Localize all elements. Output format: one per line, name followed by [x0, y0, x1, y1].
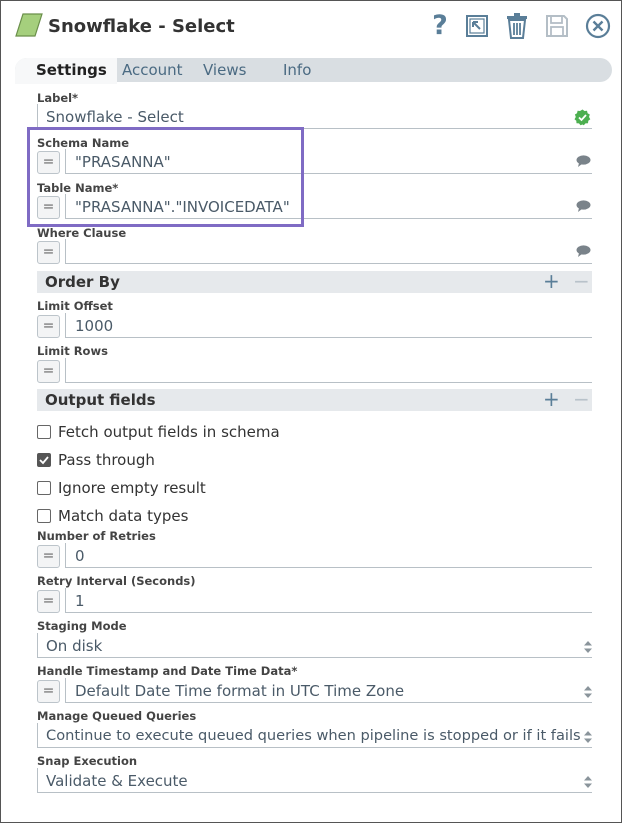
retry-interval-value: 1: [75, 592, 85, 610]
order-by-remove-button[interactable]: −: [573, 270, 590, 292]
close-icon: [585, 13, 611, 39]
limit-rows-label: Limit Rows: [37, 344, 108, 358]
output-fields-title: Output fields: [45, 391, 156, 409]
export-icon: [466, 15, 488, 37]
ignore-empty-result-label: Ignore empty result: [58, 479, 206, 497]
retry-interval-input[interactable]: [65, 588, 592, 613]
ignore-empty-result-checkbox[interactable]: [37, 481, 51, 495]
number-of-retries-expression-toggle[interactable]: =: [37, 545, 60, 568]
order-by-section: Order By + −: [37, 270, 592, 293]
pass-through-checkbox[interactable]: [37, 453, 51, 467]
manage-queued-queries-label: Manage Queued Queries: [37, 709, 197, 723]
where-clause-expression-toggle[interactable]: =: [37, 241, 60, 264]
output-fields-remove-button[interactable]: −: [573, 388, 590, 410]
match-data-types-label: Match data types: [58, 507, 189, 525]
order-by-add-button[interactable]: +: [543, 270, 560, 292]
dialog-header: Snowflake - Select ?: [1, 1, 621, 53]
pass-through-checkbox-row[interactable]: Pass through: [37, 451, 155, 469]
number-of-retries-label: Number of Retries: [37, 529, 156, 543]
comment-bubble-icon[interactable]: [576, 200, 591, 212]
retry-interval-expression-toggle[interactable]: =: [37, 590, 60, 613]
help-button[interactable]: ?: [426, 11, 454, 41]
output-fields-section: Output fields + −: [37, 388, 592, 411]
number-of-retries-input[interactable]: [65, 543, 592, 568]
staging-mode-label: Staging Mode: [37, 619, 127, 633]
snap-execution-value: Validate & Execute: [46, 772, 188, 790]
tab-settings[interactable]: Settings: [15, 58, 117, 84]
fetch-output-fields-checkbox-row[interactable]: Fetch output fields in schema: [37, 423, 280, 441]
help-icon: ?: [432, 10, 448, 41]
highlight-annotation-box: [27, 127, 304, 227]
retry-interval-label: Retry Interval (Seconds): [37, 574, 196, 588]
tab-views[interactable]: Views: [203, 58, 246, 82]
number-of-retries-value: 0: [75, 547, 85, 565]
export-button[interactable]: [463, 11, 491, 41]
snap-settings-dialog: Snowflake - Select ? Settings Account Vi…: [0, 0, 622, 823]
comment-bubble-icon[interactable]: [576, 245, 591, 257]
dialog-title: Snowflake - Select: [48, 16, 235, 37]
where-clause-label: Where Clause: [37, 226, 127, 240]
order-by-title: Order By: [45, 273, 120, 291]
handle-timestamp-expression-toggle[interactable]: =: [37, 680, 60, 703]
limit-offset-expression-toggle[interactable]: =: [37, 315, 60, 338]
delete-button[interactable]: [503, 11, 531, 41]
where-clause-input[interactable]: [65, 239, 592, 264]
limit-offset-label: Limit Offset: [37, 299, 113, 313]
select-arrows-icon: [584, 641, 592, 653]
tab-info[interactable]: Info: [283, 58, 311, 82]
close-button[interactable]: [584, 11, 612, 41]
fetch-output-fields-checkbox[interactable]: [37, 425, 51, 439]
match-data-types-checkbox-row[interactable]: Match data types: [37, 507, 188, 525]
limit-rows-expression-toggle[interactable]: =: [37, 360, 60, 383]
limit-rows-input[interactable]: [65, 358, 592, 383]
check-badge-icon: [574, 109, 591, 126]
handle-timestamp-value: Default Date Time format in UTC Time Zon…: [75, 682, 405, 700]
staging-mode-select[interactable]: [37, 633, 592, 658]
handle-timestamp-label: Handle Timestamp and Date Time Data*: [37, 664, 298, 678]
comment-bubble-icon[interactable]: [576, 155, 591, 167]
tab-bar: Settings Account Views Info: [15, 58, 612, 84]
snap-execution-label: Snap Execution: [37, 754, 138, 768]
staging-mode-value: On disk: [46, 637, 103, 655]
tab-account[interactable]: Account: [122, 58, 183, 82]
save-button[interactable]: [543, 11, 571, 41]
snowflake-snap-icon: [15, 13, 43, 37]
manage-queued-queries-value: Continue to execute queued queries when …: [46, 727, 581, 744]
select-arrows-icon: [584, 776, 592, 788]
select-arrows-icon: [584, 731, 592, 743]
pass-through-label: Pass through: [58, 451, 155, 469]
output-fields-add-button[interactable]: +: [543, 388, 560, 410]
save-icon: [546, 15, 568, 37]
match-data-types-checkbox[interactable]: [37, 509, 51, 523]
ignore-empty-result-checkbox-row[interactable]: Ignore empty result: [37, 479, 206, 497]
trash-icon: [507, 13, 527, 39]
fetch-output-fields-label: Fetch output fields in schema: [58, 423, 280, 441]
checkmark-icon: [39, 456, 49, 465]
limit-offset-value: 1000: [75, 317, 114, 335]
select-arrows-icon: [584, 686, 592, 698]
limit-offset-input[interactable]: [65, 313, 592, 338]
label-field-label: Label*: [37, 91, 79, 105]
label-value: Snowflake - Select: [46, 108, 184, 126]
